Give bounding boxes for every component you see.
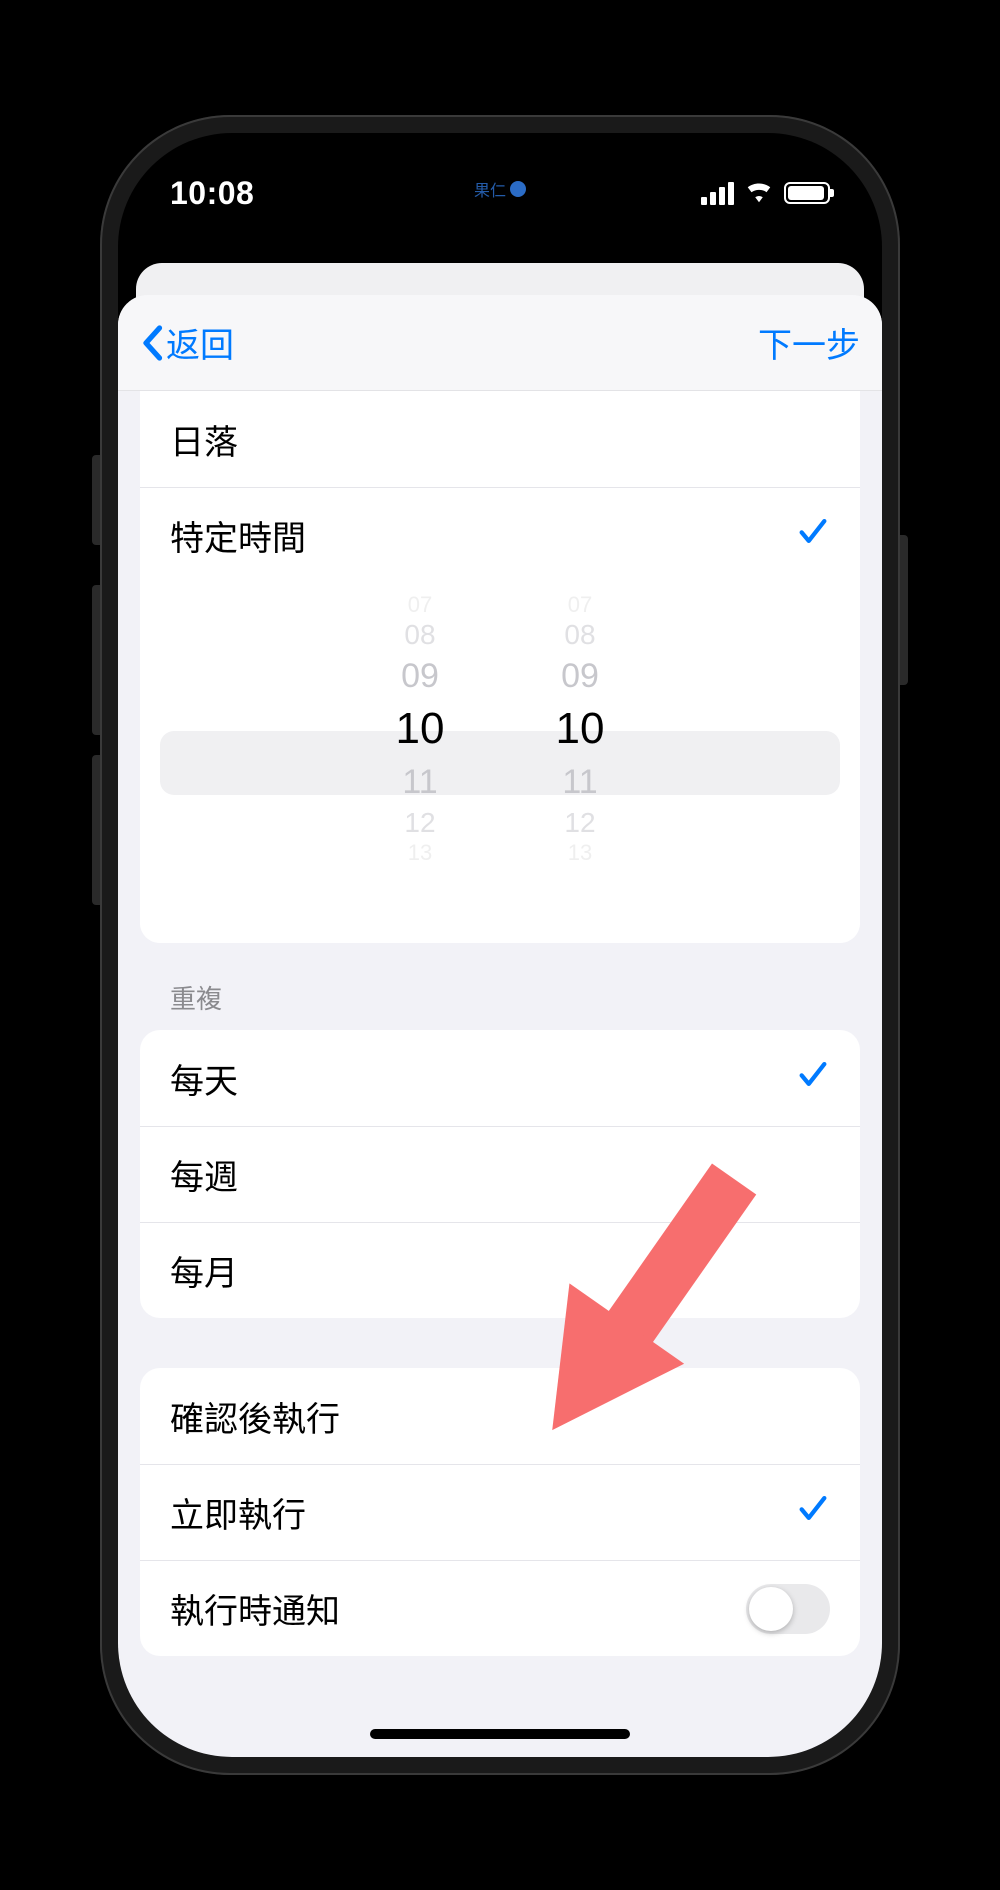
island-text: 果仁 (474, 177, 506, 201)
notify-when-run[interactable]: 執行時通知 (140, 1560, 860, 1656)
run-after-confirm[interactable]: 確認後執行 (140, 1368, 860, 1464)
picker-hour-item[interactable]: 13 (360, 841, 480, 865)
chevron-left-icon (140, 325, 164, 361)
picker-hour-item[interactable]: 12 (360, 805, 480, 841)
status-icons (701, 179, 830, 208)
repeat-weekly-label: 每週 (170, 1150, 238, 1199)
picker-hour-item[interactable]: 08 (360, 617, 480, 653)
run-immediately[interactable]: 立即執行 (140, 1464, 860, 1560)
nav-bar: 返回 下一步 (118, 295, 882, 391)
notify-toggle[interactable] (746, 1584, 830, 1634)
run-immediately-label: 立即執行 (170, 1488, 306, 1537)
next-button[interactable]: 下一步 (758, 318, 860, 367)
repeat-card: 每天 每週 每月 (140, 1030, 860, 1318)
status-time: 10:08 (170, 175, 254, 212)
home-indicator[interactable] (370, 1729, 630, 1739)
check-icon (796, 1491, 830, 1534)
picker-minute-selected[interactable]: 10 (520, 699, 640, 759)
modal-sheet: 返回 下一步 日落 特定時間 (118, 295, 882, 1757)
repeat-monthly-label: 每月 (170, 1246, 238, 1295)
screen: 果仁 10:08 返回 (118, 133, 882, 1757)
option-specific-time-label: 特定時間 (170, 511, 306, 560)
picker-minute-item[interactable]: 08 (520, 617, 640, 653)
repeat-monthly[interactable]: 每月 (140, 1222, 860, 1318)
picker-hour-selected[interactable]: 10 (360, 699, 480, 759)
back-label: 返回 (166, 318, 234, 367)
execution-card: 確認後執行 立即執行 執行時通知 (140, 1368, 860, 1656)
picker-minute-item[interactable]: 09 (520, 653, 640, 699)
run-after-confirm-label: 確認後執行 (170, 1392, 340, 1441)
minute-picker-column[interactable]: 07 08 09 10 11 12 13 (520, 583, 640, 865)
picker-hour-item[interactable]: 11 (360, 759, 480, 805)
hour-picker-column[interactable]: 07 08 09 10 11 12 13 (360, 583, 480, 865)
repeat-section-header: 重複 (140, 943, 860, 1030)
repeat-daily-label: 每天 (170, 1054, 238, 1103)
repeat-weekly[interactable]: 每週 (140, 1126, 860, 1222)
phone-frame: 果仁 10:08 返回 (100, 115, 900, 1775)
option-sunset[interactable]: 日落 (140, 391, 860, 487)
next-label: 下一步 (758, 327, 860, 365)
picker-hour-item[interactable]: 09 (360, 653, 480, 699)
picker-hour-item[interactable]: 07 (360, 593, 480, 617)
wifi-icon (744, 179, 774, 208)
dynamic-island: 果仁 (400, 161, 600, 217)
battery-icon (784, 182, 830, 204)
picker-minute-item[interactable]: 12 (520, 805, 640, 841)
cellular-signal-icon (701, 182, 734, 205)
back-button[interactable]: 返回 (140, 318, 234, 367)
option-specific-time[interactable]: 特定時間 (140, 487, 860, 583)
picker-minute-item[interactable]: 11 (520, 759, 640, 805)
picker-minute-item[interactable]: 07 (520, 593, 640, 617)
option-sunset-label: 日落 (170, 415, 238, 464)
time-trigger-card: 日落 特定時間 07 08 09 10 (140, 391, 860, 943)
time-picker[interactable]: 07 08 09 10 11 12 13 07 08 09 10 (140, 583, 860, 943)
check-icon (796, 1057, 830, 1100)
notify-when-run-label: 執行時通知 (170, 1584, 340, 1633)
repeat-daily[interactable]: 每天 (140, 1030, 860, 1126)
picker-minute-item[interactable]: 13 (520, 841, 640, 865)
check-icon (796, 514, 830, 557)
island-dot-icon (510, 181, 526, 197)
toggle-knob (749, 1587, 793, 1631)
